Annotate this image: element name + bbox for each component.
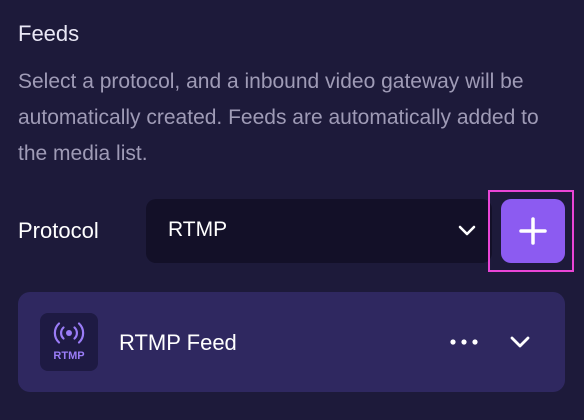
broadcast-icon	[53, 322, 85, 344]
feed-icon-label: RTMP	[53, 350, 85, 362]
protocol-select[interactable]: RTMP	[146, 199, 492, 263]
feed-name: RTMP Feed	[119, 330, 237, 355]
feeds-panel: Feeds Select a protocol, and a inbound v…	[0, 0, 584, 420]
feed-icon-badge: RTMP	[40, 313, 98, 371]
feed-list-item[interactable]: RTMP RTMP Feed	[18, 292, 565, 392]
plus-icon	[519, 217, 547, 245]
more-horizontal-icon	[450, 339, 478, 345]
section-description: Select a protocol, and a inbound video g…	[18, 70, 539, 165]
protocol-select-value: RTMP	[168, 218, 228, 241]
chevron-down-icon	[457, 221, 477, 241]
section-title: Feeds	[18, 21, 80, 46]
more-options-button[interactable]	[446, 330, 482, 354]
chevron-down-icon	[510, 336, 530, 348]
expand-feed-button[interactable]	[508, 330, 532, 354]
add-feed-button[interactable]	[501, 199, 565, 263]
protocol-label: Protocol	[18, 218, 99, 243]
